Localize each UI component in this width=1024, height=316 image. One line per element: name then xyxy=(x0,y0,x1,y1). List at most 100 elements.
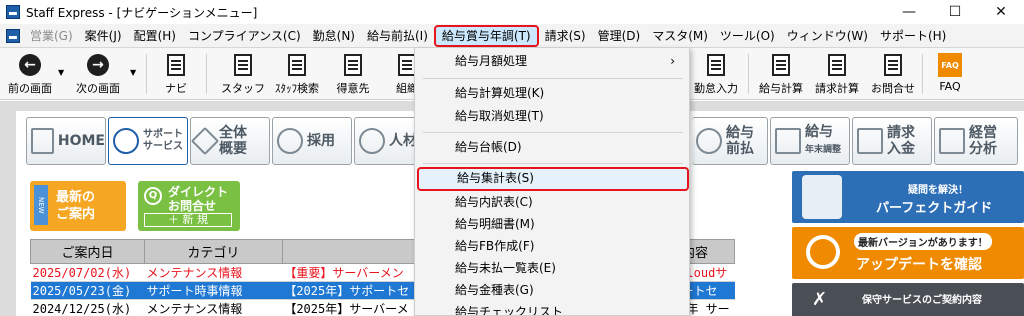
menu-compliance[interactable]: コンプライアンス(C) xyxy=(182,25,307,47)
tab-analysis-line2: 分析 xyxy=(969,141,997,157)
menu-billing[interactable]: 請求(S) xyxy=(539,25,592,47)
update-banner[interactable]: 最新バージョンがあります！ アップデートを確認 xyxy=(792,227,1024,279)
ledger-icon xyxy=(775,128,801,154)
menu-item-fb-create[interactable]: 給与FB作成(F) xyxy=(415,235,689,257)
staff-search-button[interactable]: ｽﾀｯﾌ検索 xyxy=(270,50,324,98)
home-icon xyxy=(31,128,54,154)
next-dropdown-icon[interactable]: ▼ xyxy=(130,68,136,77)
question-bubble-icon: Q xyxy=(144,187,162,205)
latest-news-button[interactable]: NEW 最新の ご案内 xyxy=(30,181,126,231)
app-icon xyxy=(6,5,20,19)
latest-news-label: 最新の ご案内 xyxy=(56,189,95,223)
bar-chart-icon xyxy=(939,128,965,154)
staff-search-icon xyxy=(288,54,306,76)
title-bar: Staff Express - [ナビゲーションメニュー] — ☐ ✕ xyxy=(0,0,1024,24)
menu-item-payroll-summary[interactable]: 給与集計表(S) xyxy=(417,167,689,191)
menu-item-payroll-cancel[interactable]: 給与取消処理(T) xyxy=(415,105,689,127)
pencil-doc-icon xyxy=(707,54,725,76)
menu-item-payslip[interactable]: 給与明細書(M) xyxy=(415,213,689,235)
direct-contact-label: ダイレクト お問合せ xyxy=(168,185,228,213)
payroll-calc-button[interactable]: 給与計算 xyxy=(754,50,808,98)
minimize-button[interactable]: — xyxy=(886,0,932,24)
menu-attendance[interactable]: 勤怠(N) xyxy=(307,25,361,47)
menu-bar: 営業(G) 案件(J) 配置(H) コンプライアンス(C) 勤怠(N) 給与前払… xyxy=(0,24,1024,64)
menu-item-label: 給与月額処理 xyxy=(455,54,528,68)
tab-yearend[interactable]: 給与 年末調整 xyxy=(770,117,850,165)
menu-item-monthly-payroll[interactable]: 給与月額処理 › xyxy=(415,50,689,72)
invoice-calc-icon xyxy=(828,54,846,76)
client-button[interactable]: 得意先 xyxy=(330,50,376,98)
menu-separator xyxy=(423,163,683,164)
menu-item-payroll-calc[interactable]: 給与計算処理(K) xyxy=(415,82,689,104)
tab-analysis[interactable]: 経営 分析 xyxy=(934,117,1018,165)
tab-billing-label: 請求 入金 xyxy=(887,125,915,157)
menu-item-payroll-ledger[interactable]: 給与台帳(D) xyxy=(415,136,689,158)
menu-support[interactable]: サポート(H) xyxy=(874,25,952,47)
menu-item-denomination-table[interactable]: 給与金種表(G) xyxy=(415,279,689,301)
tab-overview-label: 全体 概要 xyxy=(219,125,247,157)
menu-item-payroll-breakdown[interactable]: 給与内訳表(C) xyxy=(415,191,689,213)
menu-assignment[interactable]: 配置(H) xyxy=(128,25,182,47)
menu-master[interactable]: マスタ(M) xyxy=(646,25,714,47)
tab-advance-pay[interactable]: 給与 前払 xyxy=(692,117,768,165)
tab-support-line2: サービス xyxy=(143,141,183,152)
tab-support-label: サポート サービス xyxy=(143,129,183,153)
mdi-app-icon[interactable] xyxy=(6,28,20,43)
prev-dropdown-icon[interactable]: ▼ xyxy=(58,68,64,77)
next-screen-button[interactable]: → 次の画面 xyxy=(70,50,126,98)
navi-button[interactable]: ナビ xyxy=(156,50,196,98)
menu-sales[interactable]: 営業(G) xyxy=(24,25,79,47)
prev-screen-button[interactable]: ← 前の画面 xyxy=(2,50,58,98)
direct-contact-button[interactable]: Q ダイレクト お問合せ ＋ 新 規 xyxy=(138,181,240,231)
new-ribbon: NEW xyxy=(34,185,48,225)
contact-button[interactable]: お問合せ xyxy=(866,50,920,98)
tab-overview[interactable]: 全体 概要 xyxy=(190,117,270,165)
tab-analysis-label: 経営 分析 xyxy=(969,125,997,157)
tab-support-service[interactable]: サポート サービス xyxy=(108,117,188,165)
headset-icon xyxy=(113,128,139,154)
tab-yearend-line1: 給与 xyxy=(805,124,833,140)
direct-contact-line2: お問合せ xyxy=(168,199,217,213)
attendance-input-button[interactable]: 勤怠入力 xyxy=(690,50,742,98)
perfect-guide-banner[interactable]: 疑問を解決！ パーフェクトガイド xyxy=(792,171,1024,223)
refresh-icon xyxy=(806,235,840,269)
menu-item-unpaid-list[interactable]: 給与未払一覧表(E) xyxy=(415,257,689,279)
next-screen-label: 次の画面 xyxy=(76,82,120,95)
menu-project[interactable]: 案件(J) xyxy=(79,25,128,47)
prev-screen-label: 前の画面 xyxy=(8,82,52,95)
hand-coin-icon xyxy=(696,128,722,154)
column-header-date[interactable]: ご案内日 xyxy=(30,239,145,264)
faq-button[interactable]: FAQ FAQ xyxy=(930,50,970,98)
payroll-dropdown-menu: 給与月額処理 › 給与計算処理(K) 給与取消処理(T) 給与台帳(D) 給与集… xyxy=(414,47,690,316)
tab-recruit[interactable]: 採用 xyxy=(272,117,352,165)
contract-title: 保守サービスのご契約内容 xyxy=(862,295,982,306)
new-inquiry-button[interactable]: ＋ 新 規 xyxy=(144,213,232,227)
contract-icon: ✗ xyxy=(812,289,828,310)
menu-item-checklist[interactable]: 給与チェックリスト xyxy=(415,301,689,315)
client-icon xyxy=(344,54,362,76)
toolbar-divider xyxy=(922,54,923,94)
contract-banner[interactable]: ✗ 保守サービスのご契約内容 xyxy=(792,283,1024,316)
menu-advance-pay[interactable]: 給与前払(I) xyxy=(361,25,434,47)
column-header-category[interactable]: カテゴリ xyxy=(143,239,283,264)
arrow-left-icon: ← xyxy=(19,54,41,76)
diagram-icon xyxy=(190,126,220,156)
faq-label: FAQ xyxy=(939,80,961,93)
latest-news-line2: ご案内 xyxy=(56,207,96,222)
menu-management[interactable]: 管理(D) xyxy=(592,25,647,47)
staff-button[interactable]: スタッフ xyxy=(220,50,266,98)
invoice-calc-button[interactable]: 請求計算 xyxy=(810,50,864,98)
close-button[interactable]: ✕ xyxy=(978,0,1024,24)
tab-advance-line1: 給与 xyxy=(726,125,754,141)
tab-home[interactable]: HOME xyxy=(26,117,106,165)
menu-payroll-bonus-yearend[interactable]: 給与賞与年調(T) xyxy=(433,24,539,47)
maximize-button[interactable]: ☐ xyxy=(932,0,978,24)
tab-yearend-line2: 年末調整 xyxy=(805,145,842,155)
tab-analysis-line1: 経営 xyxy=(969,125,997,141)
tab-yearend-label: 給与 年末調整 xyxy=(805,124,841,158)
tab-billing[interactable]: 請求 入金 xyxy=(852,117,932,165)
guide-person-illustration xyxy=(802,175,842,219)
menu-tools[interactable]: ツール(O) xyxy=(714,25,781,47)
payroll-calc-icon xyxy=(772,54,790,76)
menu-window[interactable]: ウィンドウ(W) xyxy=(781,25,874,47)
